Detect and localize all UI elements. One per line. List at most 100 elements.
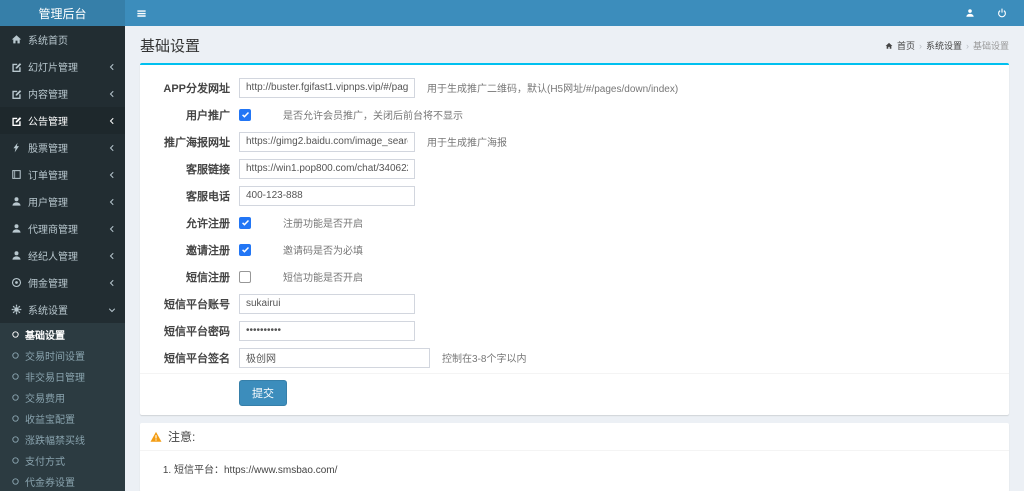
invite-register-help: 邀请码是否为必填: [283, 246, 363, 257]
sidebar-item[interactable]: 经纪人管理: [0, 242, 125, 269]
breadcrumb-separator: ›: [918, 40, 922, 51]
breadcrumb-section[interactable]: 系统设置: [926, 39, 962, 52]
circle-icon: [11, 393, 20, 402]
circle-icon: [11, 414, 20, 423]
home-icon: [11, 34, 22, 45]
user-icon: [965, 8, 975, 18]
user-icon: [11, 196, 22, 207]
circle-icon: [11, 456, 20, 465]
sidebar-subitem-label: 交易时间设置: [25, 352, 85, 363]
sidebar-toggle-button[interactable]: [125, 0, 158, 26]
sidebar-subitem[interactable]: 非交易日管理: [0, 366, 125, 387]
sidebar-item[interactable]: 幻灯片管理: [0, 53, 125, 80]
sidebar-item[interactable]: 佣金管理: [0, 269, 125, 296]
service-phone-label: 客服电话: [186, 190, 230, 203]
allow-register-checkbox[interactable]: [239, 216, 251, 229]
sidebar-subitem-label: 非交易日管理: [25, 373, 85, 384]
sidebar: 系统首页幻灯片管理内容管理公告管理股票管理 订单管理用户管理代理商管理经纪人管理佣…: [0, 26, 125, 491]
navbar-right: [954, 0, 1024, 26]
page-title: 基础设置: [140, 38, 201, 55]
sidebar-item-label: 公告管理: [28, 117, 68, 128]
brand-logo[interactable]: 管理后台: [0, 0, 125, 26]
logout-button[interactable]: [986, 0, 1018, 26]
sms-account-input[interactable]: [239, 293, 415, 314]
sidebar-subitem[interactable]: 收益宝配置: [0, 408, 125, 429]
notice-title: 注意:: [168, 430, 196, 444]
sidebar-subitem[interactable]: 支付方式: [0, 450, 125, 471]
sidebar-item-label: 经纪人管理: [28, 252, 78, 263]
form-row: 客服链接: [150, 155, 999, 182]
chevron-left-icon: [108, 171, 116, 179]
sidebar-item[interactable]: 用户管理: [0, 188, 125, 215]
sms-account-label: 短信平台账号: [164, 298, 230, 311]
chevron-left-icon: [108, 198, 116, 206]
edit-icon: [11, 61, 22, 72]
sms-signature-label: 短信平台签名: [164, 352, 230, 365]
sidebar-subitem-label: 交易费用: [25, 394, 65, 405]
form-row: APP分发网址 用于生成推广二维码，默认(H5网址/#/pages/down/in…: [150, 74, 999, 101]
service-phone-input[interactable]: [239, 185, 415, 206]
sidebar-item[interactable]: 系统首页: [0, 26, 125, 53]
sidebar-subitem[interactable]: 交易费用: [0, 387, 125, 408]
service-link-label: 客服链接: [186, 163, 230, 176]
form-row: 邀请注册 邀请码是否为必填: [150, 236, 999, 263]
sms-signature-input[interactable]: [239, 347, 430, 368]
sms-password-input[interactable]: [239, 320, 415, 341]
notice-list: 短信平台：https://www.smsbao.com/: [150, 459, 999, 478]
form-row: 客服电话: [150, 182, 999, 209]
sidebar-item-label: 系统设置: [28, 306, 68, 317]
sms-register-checkbox[interactable]: [239, 270, 251, 283]
edit-icon: [11, 115, 22, 126]
sidebar-item-label: 代理商管理: [28, 225, 78, 236]
submit-button[interactable]: 提交: [239, 380, 287, 406]
user-promo-help: 是否允许会员推广，关闭后前台将不显示: [283, 111, 463, 122]
form-row: 短信平台签名 控制在3-8个字以内: [150, 344, 999, 371]
breadcrumb-separator: ›: [965, 40, 969, 51]
sidebar-item[interactable]: 股票管理: [0, 134, 125, 161]
sidebar-subitem[interactable]: 基础设置: [0, 324, 125, 345]
warning-icon: [150, 431, 162, 443]
sidebar-subitem[interactable]: 涨跌幅禁买线: [0, 429, 125, 450]
sidebar-subitem[interactable]: 交易时间设置: [0, 345, 125, 366]
sidebar-item-label: 佣金管理: [28, 279, 68, 290]
invite-register-checkbox[interactable]: [239, 243, 251, 256]
bars-icon: [136, 8, 147, 19]
chevron-left-icon: [108, 252, 116, 260]
sidebar-menu: 系统首页幻灯片管理内容管理公告管理股票管理 订单管理用户管理代理商管理经纪人管理佣…: [0, 26, 125, 491]
sms-register-label: 短信注册: [186, 271, 230, 284]
promo-poster-url-input[interactable]: [239, 131, 415, 152]
sidebar-subitem[interactable]: 代金券设置: [0, 471, 125, 491]
app-dist-url-input[interactable]: [239, 77, 415, 98]
form-row: 短信平台账号: [150, 290, 999, 317]
user-promo-label: 用户推广: [186, 109, 230, 122]
notice-item: 短信平台：https://www.smsbao.com/: [174, 459, 999, 478]
bolt-icon: [11, 142, 22, 153]
breadcrumb-home[interactable]: 首页: [897, 39, 915, 52]
circle-icon: [11, 330, 20, 339]
user-icon: [11, 223, 22, 234]
sidebar-item-label: 内容管理: [28, 90, 68, 101]
sidebar-item[interactable]: 代理商管理: [0, 215, 125, 242]
sidebar-item[interactable]: 公告管理: [0, 107, 125, 134]
app-dist-url-help: 用于生成推广二维码，默认(H5网址/#/pages/down/index): [427, 84, 679, 95]
sidebar-item[interactable]: 订单管理: [0, 161, 125, 188]
account-button[interactable]: [954, 0, 986, 26]
power-icon: [997, 8, 1007, 18]
circle-icon: [11, 372, 20, 381]
promo-poster-url-help: 用于生成推广海报: [427, 138, 507, 149]
chevron-down-icon: [108, 306, 116, 314]
sidebar-item[interactable]: 系统设置: [0, 296, 125, 323]
sidebar-item-label: 幻灯片管理: [28, 63, 78, 74]
main-content: 基础设置 首页 › 系统设置 › 基础设置 APP分发网址 用于生成推广二维码，默…: [125, 26, 1024, 491]
form-row: 短信注册 短信功能是否开启: [150, 263, 999, 290]
allow-register-help: 注册功能是否开启: [283, 219, 363, 230]
sidebar-item[interactable]: 内容管理: [0, 80, 125, 107]
user-promo-checkbox[interactable]: [239, 108, 251, 121]
sidebar-item-label: 用户管理: [28, 198, 68, 209]
navbar-body: [125, 0, 1024, 26]
home-icon: [885, 42, 893, 50]
chevron-left-icon: [108, 144, 116, 152]
form-footer: 提交: [140, 373, 1009, 415]
service-link-input[interactable]: [239, 158, 415, 179]
settings-form: APP分发网址 用于生成推广二维码，默认(H5网址/#/pages/down/in…: [140, 65, 1009, 373]
